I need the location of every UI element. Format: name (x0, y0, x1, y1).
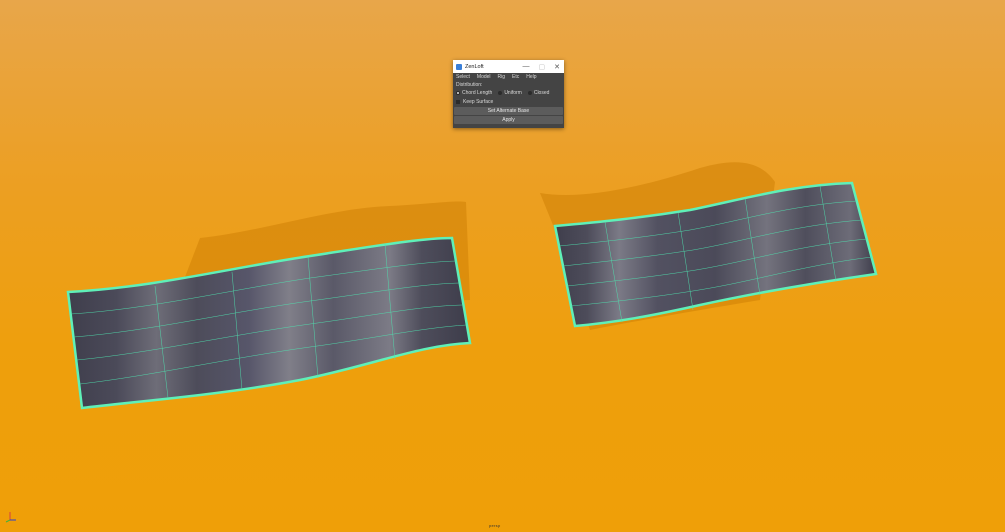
distribution-label: Distribution: (456, 81, 483, 88)
radio-uniform[interactable]: Uniform (498, 90, 522, 96)
radio-chord-length[interactable]: Chord Length (456, 90, 492, 96)
radio-closed[interactable]: Closed (527, 89, 550, 96)
radio-unselected-icon (527, 90, 532, 95)
menu-bar: Select Model Rig Etc Help (453, 73, 564, 81)
keep-surface-checkbox[interactable]: Keep Surface (453, 97, 564, 106)
radio-selected-icon (456, 90, 460, 95)
set-alternate-base-button[interactable]: Set Alternate Base (454, 107, 563, 115)
maximize-icon[interactable]: ▢ (539, 63, 546, 71)
app-icon (456, 63, 462, 70)
radio-closed-label: Closed (533, 89, 550, 96)
window-titlebar[interactable]: ZenLoft — ▢ ✕ (453, 60, 564, 73)
apply-button[interactable]: Apply (454, 116, 563, 124)
menu-model[interactable]: Model (477, 74, 491, 80)
close-icon[interactable]: ✕ (554, 63, 560, 71)
maya-viewport[interactable]: ZenLoft — ▢ ✕ Select Model Rig Etc Help … (0, 0, 1005, 532)
radio-uniform-label: Uniform (504, 89, 522, 96)
menu-rig[interactable]: Rig (498, 74, 506, 80)
left-loft-surface[interactable] (66, 236, 472, 410)
keep-surface-label: Keep Surface (463, 98, 494, 105)
axis-gizmo-icon (5, 512, 16, 523)
checkbox-icon (456, 99, 460, 104)
radio-chord-length-label: Chord Length (462, 89, 493, 96)
camera-label: persp (489, 523, 501, 528)
window-title: ZenLoft (465, 63, 484, 70)
minimize-icon[interactable]: — (523, 63, 530, 70)
radio-unselected-icon (498, 90, 503, 95)
menu-help[interactable]: Help (526, 74, 536, 80)
menu-select[interactable]: Select (456, 74, 470, 80)
menu-etc[interactable]: Etc (512, 74, 519, 80)
zenloft-window[interactable]: ZenLoft — ▢ ✕ Select Model Rig Etc Help … (453, 60, 564, 128)
distribution-radio-group: Chord Length Uniform Closed (453, 88, 564, 97)
